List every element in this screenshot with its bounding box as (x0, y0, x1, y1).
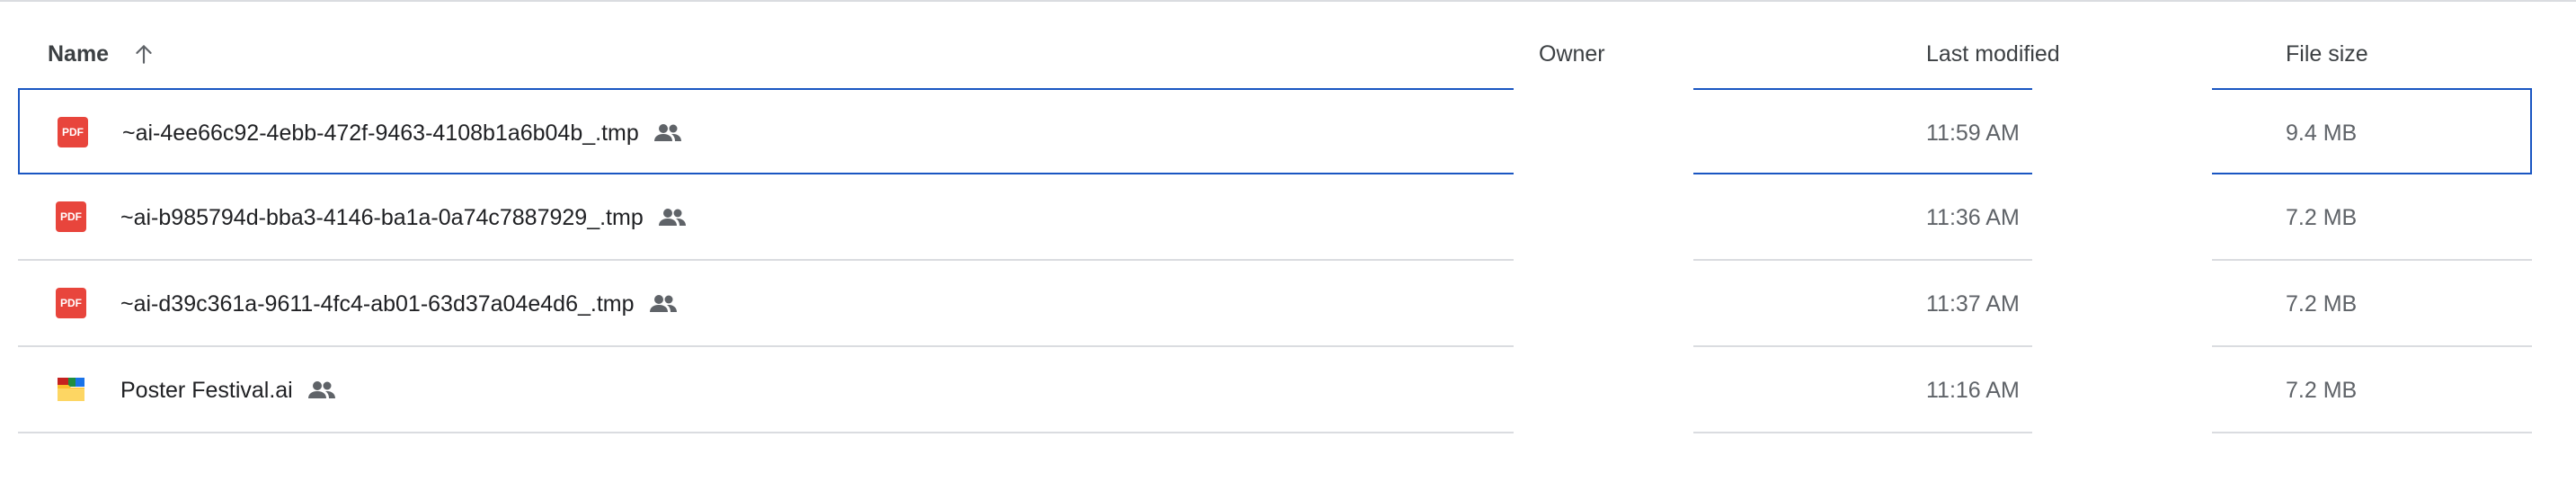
pdf-file-icon: PDF (56, 288, 86, 318)
shared-people-icon (658, 208, 688, 228)
file-size-cell: 7.2 MB (2212, 174, 2532, 261)
shared-people-icon (653, 123, 684, 143)
file-name-cell[interactable]: PDF ~ai-4ee66c92-4ebb-472f-9463-4108b1a6b… (18, 88, 1514, 174)
arrow-up-icon[interactable] (130, 40, 157, 67)
column-header-file-size[interactable]: File size (2286, 34, 2368, 74)
column-header-owner[interactable]: Owner (1539, 34, 1605, 74)
file-name-text: ~ai-d39c361a-9611-4fc4-ab01-63d37a04e4d6… (120, 261, 680, 347)
file-name-label: ~ai-d39c361a-9611-4fc4-ab01-63d37a04e4d6… (120, 290, 635, 317)
shared-folder-icon (56, 374, 86, 405)
file-size-value: 7.2 MB (2286, 204, 2358, 230)
file-name-cell[interactable]: Poster Festival.ai (18, 347, 1514, 433)
file-size-value: 9.4 MB (2286, 120, 2358, 146)
pdf-file-icon: PDF (58, 117, 88, 147)
column-header-name[interactable]: Name (48, 34, 157, 74)
file-name-text: ~ai-4ee66c92-4ebb-472f-9463-4108b1a6b04b… (122, 90, 684, 176)
shared-people-icon (307, 380, 338, 400)
file-name-text: ~ai-b985794d-bba3-4146-ba1a-0a74c7887929… (120, 174, 688, 261)
file-row[interactable]: PDF ~ai-b985794d-bba3-4146-ba1a-0a74c7887… (0, 174, 2576, 261)
file-row[interactable]: Poster Festival.ai 11:16 AM 7.2 MB (0, 347, 2576, 433)
file-name-label: ~ai-4ee66c92-4ebb-472f-9463-4108b1a6b04b… (122, 120, 639, 146)
shared-people-icon (649, 294, 680, 314)
last-modified-cell: 11:36 AM (1693, 174, 2032, 261)
file-size-value: 7.2 MB (2286, 377, 2358, 403)
column-header-name-label: Name (48, 40, 110, 67)
file-name-cell[interactable]: PDF ~ai-b985794d-bba3-4146-ba1a-0a74c7887… (18, 174, 1514, 261)
file-row[interactable]: PDF ~ai-d39c361a-9611-4fc4-ab01-63d37a04e… (0, 261, 2576, 347)
file-size-value: 7.2 MB (2286, 290, 2358, 317)
pdf-file-icon: PDF (56, 201, 86, 232)
last-modified-value: 11:16 AM (1926, 377, 2020, 403)
last-modified-cell: 11:37 AM (1693, 261, 2032, 347)
top-divider (0, 0, 2576, 2)
last-modified-cell: 11:16 AM (1693, 347, 2032, 433)
last-modified-value: 11:59 AM (1926, 120, 2020, 146)
file-row[interactable]: PDF ~ai-4ee66c92-4ebb-472f-9463-4108b1a6b… (0, 88, 2576, 174)
column-header-last-modified[interactable]: Last modified (1926, 34, 2060, 74)
last-modified-value: 11:37 AM (1926, 290, 2020, 317)
file-name-label: Poster Festival.ai (120, 377, 293, 403)
last-modified-cell: 11:59 AM (1693, 88, 2032, 174)
file-size-cell: 7.2 MB (2212, 347, 2532, 433)
file-name-cell[interactable]: PDF ~ai-d39c361a-9611-4fc4-ab01-63d37a04e… (18, 261, 1514, 347)
file-name-text: Poster Festival.ai (120, 347, 338, 433)
last-modified-value: 11:36 AM (1926, 204, 2020, 230)
file-name-label: ~ai-b985794d-bba3-4146-ba1a-0a74c7887929… (120, 204, 644, 230)
file-size-cell: 7.2 MB (2212, 261, 2532, 347)
file-size-cell: 9.4 MB (2212, 88, 2532, 174)
